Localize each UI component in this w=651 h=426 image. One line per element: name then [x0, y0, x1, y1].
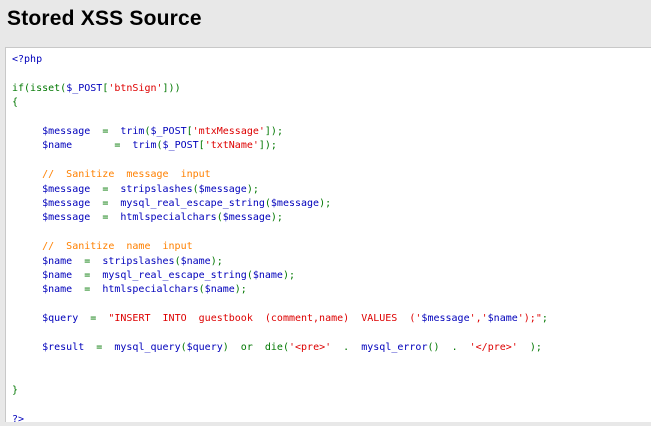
code-token: );	[246, 183, 259, 195]
code-token: 'btnSign'	[108, 82, 163, 94]
code-token: $message	[12, 212, 103, 224]
code-token: ]);	[264, 126, 283, 137]
code-line: $name = mysql_real_escape_string($name);	[12, 270, 295, 282]
code-line: {	[12, 97, 18, 109]
code-token: '</pre>'	[469, 342, 518, 353]
code-line: }	[12, 385, 18, 397]
code-token: mysql_query	[114, 342, 181, 353]
code-token: stripslashes	[102, 255, 175, 267]
code-token: =	[102, 126, 121, 137]
code-token: =	[102, 198, 121, 209]
code-token: mysql_real_escape_string	[120, 198, 265, 209]
code-token: $result	[12, 342, 97, 353]
code-token: $query	[186, 342, 223, 353]
code-token: );	[319, 198, 332, 209]
code-token: =	[84, 270, 103, 281]
code-token: );	[517, 342, 542, 353]
code-line: // Sanitize name input	[12, 241, 193, 253]
code-token: if(isset(	[12, 82, 67, 94]
code-token: htmlspecialchars	[102, 284, 199, 296]
code-token: =	[114, 140, 133, 152]
code-token: $name	[12, 255, 85, 267]
code-token: $_POST	[66, 82, 103, 94]
code-token: $name	[12, 140, 115, 152]
code-token: =	[84, 284, 103, 296]
code-line: $result = mysql_query($query) or die('<p…	[12, 342, 542, 354]
code-token: $message	[12, 198, 103, 209]
code-token: $_POST	[162, 140, 199, 152]
code-token: stripslashes	[120, 183, 193, 195]
code-line: $name = htmlspecialchars($name);	[12, 284, 247, 296]
code-token: );	[210, 255, 223, 267]
code-token: );	[234, 284, 247, 296]
code-line: $message = trim($_POST['mtxMessage']);	[12, 126, 283, 138]
code-line: // Sanitize message input	[12, 169, 211, 181]
code-line: $message = mysql_real_escape_string($mes…	[12, 198, 331, 210]
code-token: ;	[541, 313, 548, 325]
code-token: $query	[12, 313, 91, 325]
code-line: $query = "INSERT INTO guestbook (comment…	[12, 313, 548, 325]
code-token: $message	[12, 126, 103, 137]
code-line: $message = htmlspecialchars($message);	[12, 212, 283, 224]
code-line: $message = stripslashes($message);	[12, 184, 259, 196]
code-token: trim	[132, 140, 157, 152]
code-token: $name	[12, 284, 85, 296]
code-token: 'mtxMessage'	[192, 126, 265, 137]
code-token: =	[102, 212, 121, 224]
code-token: );	[282, 270, 295, 281]
code-token: ','	[469, 313, 488, 325]
code-token: "INSERT INTO guestbook (comment,name) VA…	[108, 313, 422, 325]
code-token: htmlspecialchars	[120, 212, 217, 224]
code-token: // Sanitize name input	[12, 241, 193, 253]
page-title: Stored XSS Source	[7, 7, 202, 30]
code-token: ) or die(	[222, 342, 289, 353]
code-token: ');"	[517, 313, 542, 325]
code-token: $message	[421, 313, 470, 325]
code-line: ?>	[12, 414, 24, 426]
code-token: =	[102, 183, 121, 195]
code-token: $_POST	[150, 126, 187, 137]
code-token: $name	[180, 255, 211, 267]
code-token: <?php	[12, 54, 43, 65]
code-token: ]);	[258, 140, 277, 152]
code-token: '<pre>'	[288, 342, 332, 353]
code-token: $message	[198, 183, 247, 195]
code-line: $name = trim($_POST['txtName']);	[12, 140, 277, 152]
code-token: $name	[12, 270, 85, 281]
code-line: $name = stripslashes($name);	[12, 256, 223, 268]
code-token: mysql_error	[361, 342, 428, 353]
code-line: if(isset($_POST['btnSign']))	[12, 83, 181, 95]
code-token: );	[270, 212, 283, 224]
source-code-panel: <?php if(isset($_POST['btnSign'])) { $mess…	[5, 47, 651, 425]
code-token: .	[331, 342, 362, 353]
code-token: () .	[427, 342, 470, 353]
code-token: =	[84, 255, 103, 267]
code-token: ]))	[162, 82, 181, 94]
code-token: 'txtName'	[204, 140, 259, 152]
code-token: $name	[252, 270, 283, 281]
code-token: $name	[487, 313, 518, 325]
code-token: }	[12, 385, 19, 397]
code-token: ?>	[12, 414, 25, 425]
code-token: $message	[222, 212, 271, 224]
code-token: $message	[270, 198, 320, 209]
code-token: mysql_real_escape_string	[102, 270, 247, 281]
code-token: {	[12, 97, 19, 109]
code-token: =	[90, 313, 109, 325]
code-token: $name	[204, 284, 235, 296]
code-token: trim	[120, 126, 145, 137]
code-line: <?php	[12, 54, 42, 66]
code-token: $message	[12, 183, 103, 195]
code-token: // Sanitize message input	[12, 169, 211, 181]
code-token: =	[96, 342, 115, 353]
